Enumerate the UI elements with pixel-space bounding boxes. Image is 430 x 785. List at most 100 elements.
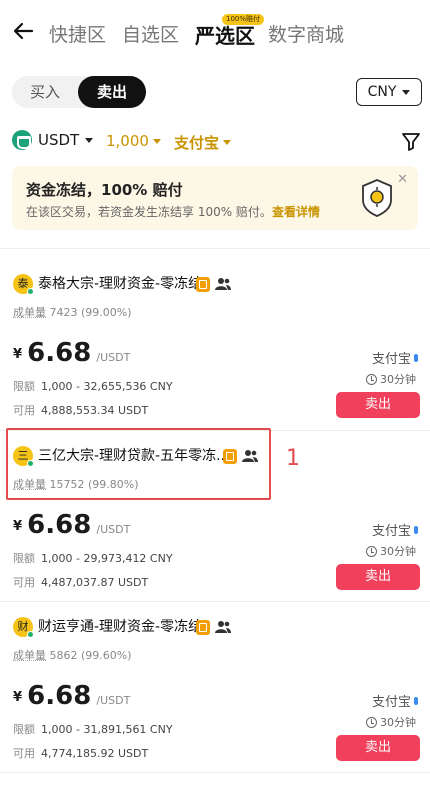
limit-row: 限额 1,000 - 32,655,536 CNY	[13, 378, 173, 394]
payment-method-label: 支付宝	[371, 352, 411, 367]
available-label: 可用	[13, 747, 35, 760]
merchant-card: 财 财运亨通-理财资金-零冻结 成单量 5862 (99.60%) ¥ 6.68…	[0, 617, 430, 785]
order-stats: 成单量 5862 (99.60%)	[13, 647, 132, 663]
available-row: 可用 4,888,553.34 USDT	[13, 402, 148, 418]
annotation-number: 1	[286, 446, 300, 471]
merchant-name[interactable]: 财运亨通-理财资金-零冻结	[38, 617, 202, 637]
price-unit: /USDT	[96, 351, 131, 364]
filter-bar: USDT 1,000 支付宝	[12, 128, 422, 156]
avatar-initial: 财	[17, 620, 29, 633]
buy-sell-toggle: 买入 卖出	[12, 76, 146, 108]
price-value: 6.68	[27, 681, 92, 711]
orders-value: 7423 (99.00%)	[49, 306, 132, 319]
clock-icon	[366, 373, 377, 385]
alipay-marker-icon	[414, 354, 418, 362]
limit-value: 1,000 - 31,891,561 CNY	[41, 723, 173, 736]
verified-merchant-icon	[196, 620, 210, 635]
shield-icon	[362, 179, 392, 217]
view-details-link[interactable]: 查看详情	[272, 205, 320, 219]
people-icon	[215, 278, 231, 290]
sell-button[interactable]: 卖出	[336, 735, 420, 761]
tab-digital-mall[interactable]: 数字商城	[268, 20, 344, 47]
amount-filter-label: 1,000	[106, 132, 149, 150]
payment-method-label: 支付宝	[371, 524, 411, 539]
fiat-currency-label: CNY	[367, 84, 397, 100]
available-value: 4,774,185.92 USDT	[41, 747, 149, 760]
avatar: 泰	[13, 274, 34, 295]
order-stats: 成单量 7423 (99.00%)	[13, 304, 132, 320]
chevron-down-icon	[152, 138, 161, 144]
chevron-down-icon	[402, 89, 411, 95]
price-value: 6.68	[27, 338, 92, 368]
sell-button[interactable]: 卖出	[336, 564, 420, 590]
available-value: 4,487,037.87 USDT	[41, 576, 149, 589]
buy-tab[interactable]: 买入	[12, 76, 78, 108]
fiat-currency-select[interactable]: CNY	[356, 78, 422, 106]
price-unit: /USDT	[96, 523, 131, 536]
limit-label: 限额	[13, 723, 35, 736]
currency-symbol: ¥	[13, 347, 23, 362]
price: ¥ 6.68 /USDT	[13, 338, 130, 368]
compensation-badge: 100%赔付	[222, 14, 265, 25]
price-value: 6.68	[27, 510, 92, 540]
tab-quick-zone[interactable]: 快捷区	[49, 20, 106, 47]
payment-filter[interactable]: 支付宝	[174, 132, 232, 153]
section-divider	[0, 772, 430, 773]
online-status-dot	[27, 288, 34, 295]
price-unit: /USDT	[96, 694, 131, 707]
clock-icon	[366, 545, 377, 557]
price: ¥ 6.68 /USDT	[13, 681, 130, 711]
verified-merchant-icon	[196, 277, 210, 292]
banner-title: 资金冻结，100% 赔付	[26, 181, 183, 199]
currency-symbol: ¥	[13, 690, 23, 705]
payment-filter-label: 支付宝	[174, 134, 220, 152]
orders-value: 5862 (99.60%)	[49, 649, 132, 662]
coin-filter-label: USDT	[38, 131, 80, 149]
back-arrow-icon[interactable]	[12, 20, 34, 42]
alipay-marker-icon	[414, 526, 418, 534]
available-value: 4,888,553.34 USDT	[41, 404, 149, 417]
online-status-dot	[27, 631, 34, 638]
tether-icon	[12, 130, 32, 150]
filter-icon[interactable]	[400, 130, 422, 152]
available-row: 可用 4,487,037.87 USDT	[13, 574, 148, 590]
amount-filter[interactable]: 1,000	[106, 132, 161, 150]
payment-time-value: 30分钟	[380, 716, 416, 729]
annotation-highlight-box	[6, 428, 271, 500]
currency-symbol: ¥	[13, 519, 23, 534]
payment-time: 30分钟	[366, 714, 416, 730]
people-icon	[215, 621, 231, 633]
tab-custom-zone[interactable]: 自选区	[122, 20, 179, 47]
payment-method: 支付宝	[372, 691, 418, 710]
payment-time: 30分钟	[366, 543, 416, 559]
section-divider	[0, 601, 430, 602]
limit-row: 限额 1,000 - 29,973,412 CNY	[13, 550, 173, 566]
limit-value: 1,000 - 32,655,536 CNY	[41, 380, 173, 393]
merchant-name[interactable]: 泰格大宗-理财资金-零冻结	[38, 274, 202, 294]
limit-label: 限额	[13, 380, 35, 393]
banner-description: 在该区交易，若资金发生冻结享 100% 赔付。	[26, 205, 272, 219]
payment-time: 30分钟	[366, 371, 416, 387]
alipay-marker-icon	[414, 697, 418, 705]
chevron-down-icon	[85, 137, 94, 143]
sell-tab[interactable]: 卖出	[78, 76, 146, 108]
coin-filter[interactable]: USDT	[12, 130, 94, 150]
avatar-initial: 泰	[17, 277, 29, 290]
available-row: 可用 4,774,185.92 USDT	[13, 745, 148, 761]
close-icon[interactable]: ✕	[397, 172, 408, 187]
available-label: 可用	[13, 576, 35, 589]
payment-method-label: 支付宝	[371, 695, 411, 710]
limit-value: 1,000 - 29,973,412 CNY	[41, 552, 173, 565]
top-nav: 快捷区 自选区 严选区 100%赔付 数字商城	[0, 0, 430, 64]
banner-text: 在该区交易，若资金发生冻结享 100% 赔付。查看详情	[26, 203, 320, 220]
limit-row: 限额 1,000 - 31,891,561 CNY	[13, 721, 173, 737]
orders-label: 成单量	[13, 649, 46, 662]
payment-time-value: 30分钟	[380, 373, 416, 386]
available-label: 可用	[13, 404, 35, 417]
chevron-down-icon	[223, 140, 232, 145]
payment-time-value: 30分钟	[380, 545, 416, 558]
payment-method: 支付宝	[372, 520, 418, 539]
avatar: 财	[13, 617, 34, 638]
sell-button[interactable]: 卖出	[336, 392, 420, 418]
section-divider	[0, 248, 430, 249]
